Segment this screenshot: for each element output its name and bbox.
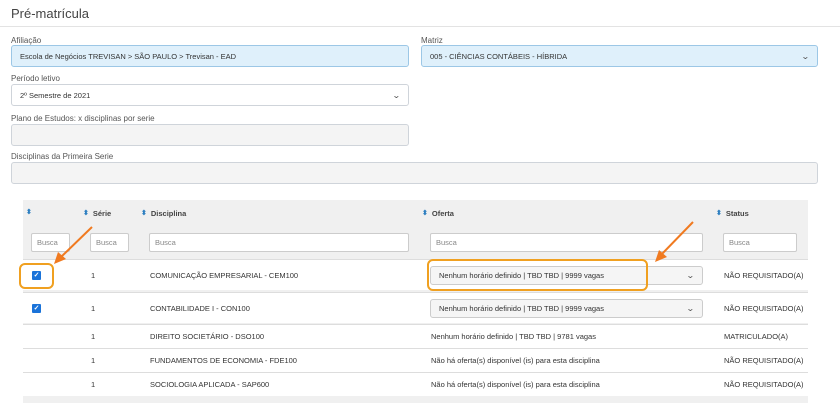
annotation-arrow-icon [655,221,694,262]
annotation-arrows [54,221,694,264]
annotation-arrow-icon [54,226,93,264]
